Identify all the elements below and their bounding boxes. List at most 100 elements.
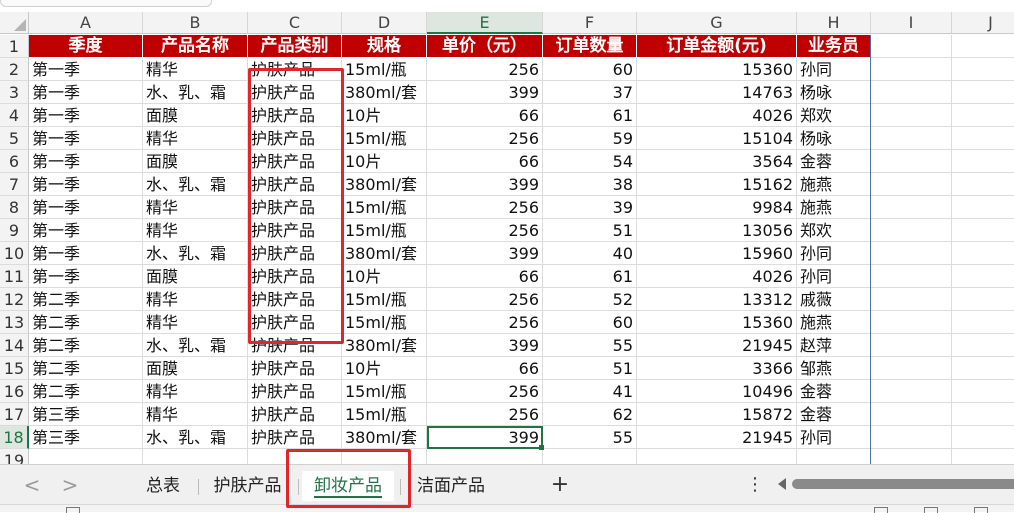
table-cell[interactable]: 护肤产品: [248, 403, 342, 426]
table-cell[interactable]: 护肤产品: [248, 104, 342, 127]
empty-cell[interactable]: [952, 219, 1014, 242]
empty-cell[interactable]: [871, 311, 952, 334]
empty-cell[interactable]: [952, 242, 1014, 265]
sheet-tab-2[interactable]: 护肤产品: [200, 471, 295, 501]
table-cell[interactable]: 15104: [637, 127, 797, 150]
row-header-12[interactable]: 12: [0, 288, 29, 311]
row-header-5[interactable]: 5: [0, 127, 29, 150]
column-header-g[interactable]: G: [637, 12, 797, 34]
table-cell[interactable]: 护肤产品: [248, 219, 342, 242]
table-cell[interactable]: 水、乳、霜: [143, 426, 248, 449]
row-header-3[interactable]: 3: [0, 81, 29, 104]
partial-row-cell[interactable]: [29, 449, 143, 464]
table-cell[interactable]: 护肤产品: [248, 81, 342, 104]
table-cell[interactable]: 15162: [637, 173, 797, 196]
table-cell[interactable]: 施燕: [797, 173, 871, 196]
table-cell[interactable]: 15ml/瓶: [342, 58, 427, 81]
empty-cell[interactable]: [871, 173, 952, 196]
empty-cell[interactable]: [952, 173, 1014, 196]
column-header-c[interactable]: C: [248, 12, 342, 34]
table-cell[interactable]: 256: [427, 196, 543, 219]
row-header-8[interactable]: 8: [0, 196, 29, 219]
table-cell[interactable]: 第一季: [29, 127, 143, 150]
partial-row-cell[interactable]: [952, 449, 1014, 464]
table-cell[interactable]: 10片: [342, 150, 427, 173]
empty-cell[interactable]: [952, 150, 1014, 173]
table-cell[interactable]: 52: [543, 288, 637, 311]
partial-row-cell[interactable]: [797, 449, 871, 464]
table-cell[interactable]: 15ml/瓶: [342, 219, 427, 242]
table-cell[interactable]: 61: [543, 104, 637, 127]
empty-cell[interactable]: [871, 219, 952, 242]
row-header-18[interactable]: 18: [0, 426, 29, 449]
table-cell[interactable]: 15ml/瓶: [342, 127, 427, 150]
table-cell[interactable]: 256: [427, 403, 543, 426]
table-cell[interactable]: 3366: [637, 357, 797, 380]
table-cell[interactable]: 256: [427, 311, 543, 334]
table-cell[interactable]: 10片: [342, 104, 427, 127]
column-header-b[interactable]: B: [143, 12, 248, 34]
partial-row-cell[interactable]: [342, 449, 427, 464]
table-cell[interactable]: 水、乳、霜: [143, 81, 248, 104]
scrollbar-thumb[interactable]: [792, 479, 1014, 489]
empty-cell[interactable]: [952, 334, 1014, 357]
table-cell[interactable]: 护肤产品: [248, 380, 342, 403]
row-header-9[interactable]: 9: [0, 219, 29, 242]
column-header-h[interactable]: H: [797, 12, 871, 34]
table-cell[interactable]: 39: [543, 196, 637, 219]
empty-cell[interactable]: [952, 81, 1014, 104]
table-cell[interactable]: 面膜: [143, 150, 248, 173]
table-header-cell[interactable]: 规格: [342, 35, 427, 58]
table-cell[interactable]: 第二季: [29, 288, 143, 311]
table-cell[interactable]: 护肤产品: [248, 242, 342, 265]
fill-handle[interactable]: [539, 445, 544, 450]
table-cell[interactable]: 66: [427, 265, 543, 288]
table-cell[interactable]: 10片: [342, 265, 427, 288]
table-cell[interactable]: 13056: [637, 219, 797, 242]
column-header-e[interactable]: E: [427, 12, 543, 34]
row-header-17[interactable]: 17: [0, 403, 29, 426]
page-layout-icon[interactable]: [924, 507, 938, 513]
table-cell[interactable]: 380ml/套: [342, 334, 427, 357]
empty-cell[interactable]: [952, 426, 1014, 449]
table-cell[interactable]: 护肤产品: [248, 196, 342, 219]
table-cell[interactable]: 61: [543, 265, 637, 288]
normal-view-icon[interactable]: [874, 507, 888, 513]
table-cell[interactable]: 380ml/套: [342, 426, 427, 449]
table-cell[interactable]: 399: [427, 242, 543, 265]
page-break-icon[interactable]: [974, 507, 988, 513]
table-cell[interactable]: 40: [543, 242, 637, 265]
table-cell[interactable]: 51: [543, 219, 637, 242]
table-cell[interactable]: 256: [427, 288, 543, 311]
table-cell[interactable]: 380ml/套: [342, 242, 427, 265]
table-cell[interactable]: 256: [427, 58, 543, 81]
table-header-cell[interactable]: 订单数量: [543, 35, 637, 58]
table-cell[interactable]: 66: [427, 104, 543, 127]
empty-cell[interactable]: [871, 242, 952, 265]
column-header-d[interactable]: D: [342, 12, 427, 34]
empty-cell[interactable]: [871, 265, 952, 288]
table-cell[interactable]: 54: [543, 150, 637, 173]
table-cell[interactable]: 孙同: [797, 426, 871, 449]
empty-cell[interactable]: [871, 58, 952, 81]
empty-cell[interactable]: [952, 357, 1014, 380]
table-cell[interactable]: 孙同: [797, 58, 871, 81]
table-cell[interactable]: 13312: [637, 288, 797, 311]
table-cell[interactable]: 孙同: [797, 265, 871, 288]
partial-row-cell[interactable]: [427, 449, 543, 464]
empty-cell[interactable]: [952, 380, 1014, 403]
table-cell[interactable]: 金蓉: [797, 380, 871, 403]
partial-row-cell[interactable]: [248, 449, 342, 464]
table-cell[interactable]: 第二季: [29, 380, 143, 403]
table-cell[interactable]: 256: [427, 127, 543, 150]
table-cell[interactable]: 15ml/瓶: [342, 288, 427, 311]
sheet-tab-4[interactable]: 洁面产品: [402, 471, 500, 501]
table-cell[interactable]: 护肤产品: [248, 311, 342, 334]
table-cell[interactable]: 10496: [637, 380, 797, 403]
table-cell[interactable]: 面膜: [143, 357, 248, 380]
table-cell[interactable]: 杨咏: [797, 127, 871, 150]
table-cell[interactable]: 施燕: [797, 311, 871, 334]
table-cell[interactable]: 护肤产品: [248, 150, 342, 173]
empty-cell[interactable]: [952, 196, 1014, 219]
sheet-tab-3[interactable]: 卸妆产品: [302, 471, 394, 501]
